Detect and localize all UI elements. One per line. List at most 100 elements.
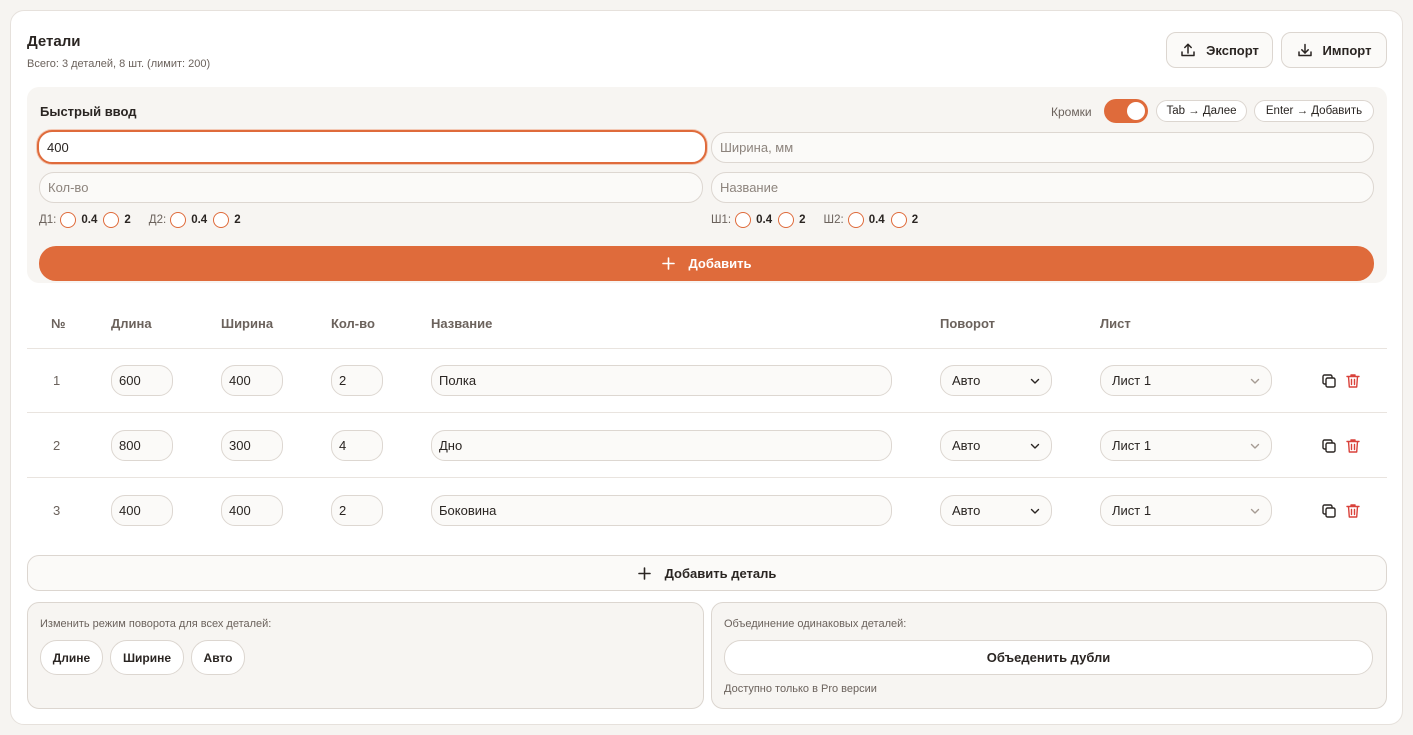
width-field[interactable]: 300 <box>221 430 283 461</box>
column-name: Название <box>431 316 493 331</box>
name-field[interactable]: Боковина <box>431 495 892 526</box>
rotation-value: Авто <box>952 438 981 453</box>
download-icon <box>1297 43 1312 57</box>
column-rotation: Поворот <box>940 316 995 331</box>
export-button[interactable]: Экспорт <box>1166 32 1273 68</box>
add-detail-button[interactable]: Добавить деталь <box>27 555 1387 591</box>
sheet-select[interactable]: Лист 1 <box>1100 495 1272 526</box>
duplicate-icon[interactable] <box>1320 372 1338 390</box>
import-label: Импорт <box>1322 42 1372 58</box>
row-number: 2 <box>53 438 61 453</box>
plus-icon <box>661 257 675 270</box>
edge-d2-option-1: 0.4 <box>191 214 208 226</box>
quantity-field[interactable]: 4 <box>331 430 383 461</box>
width-input[interactable] <box>711 132 1374 163</box>
edge-d2-label: Д2: <box>148 214 167 226</box>
hint-tab: Tab → Далее <box>1156 100 1247 122</box>
chevron-down-icon <box>1030 378 1040 384</box>
edges-toggle[interactable] <box>1104 99 1148 123</box>
rotation-value: Авто <box>952 373 981 388</box>
trash-icon[interactable] <box>1344 437 1362 455</box>
edge-d2-option-2: 2 <box>234 214 241 226</box>
length-field[interactable]: 800 <box>111 430 173 461</box>
rotation-select[interactable]: Авто <box>940 430 1052 461</box>
width-field[interactable]: 400 <box>221 495 283 526</box>
edge-w1-label: Ш1: <box>711 214 732 226</box>
rotation-by-width-button[interactable]: Ширине <box>110 640 184 675</box>
hint-enter: Enter → Добавить <box>1254 100 1374 122</box>
length-input[interactable] <box>37 130 707 164</box>
edge-d2-radio-2[interactable] <box>213 212 230 228</box>
details-card: Детали Всего: 3 деталей, 8 шт. (лимит: 2… <box>10 10 1403 725</box>
edge-d1-label: Д1: <box>39 214 57 226</box>
length-field[interactable]: 400 <box>111 495 173 526</box>
name-input[interactable] <box>711 172 1374 203</box>
chevron-down-icon <box>1250 508 1260 514</box>
import-button[interactable]: Импорт <box>1281 32 1387 68</box>
row-number: 3 <box>53 503 61 518</box>
rotation-select[interactable]: Авто <box>940 365 1052 396</box>
name-field[interactable]: Дно <box>431 430 892 461</box>
edge-d2-radio-1[interactable] <box>170 212 187 228</box>
edge-d1-radio-1[interactable] <box>60 212 77 228</box>
rotation-select[interactable]: Авто <box>940 495 1052 526</box>
duplicate-icon[interactable] <box>1320 502 1338 520</box>
trash-icon[interactable] <box>1344 502 1362 520</box>
edge-w1-radio-2[interactable] <box>778 212 795 228</box>
trash-icon[interactable] <box>1344 372 1362 390</box>
sheet-value: Лист 1 <box>1112 373 1152 388</box>
edge-d1-option-2: 2 <box>124 214 131 226</box>
edge-w2-radio-2[interactable] <box>890 212 907 228</box>
column-length: Длина <box>111 316 152 331</box>
length-field[interactable]: 600 <box>111 365 173 396</box>
quantity-input[interactable] <box>39 172 703 203</box>
width-field[interactable]: 400 <box>221 365 283 396</box>
row-number: 1 <box>53 373 61 388</box>
edge-w2-option-1: 0.4 <box>868 214 885 226</box>
chevron-down-icon <box>1030 508 1040 514</box>
sheet-select[interactable]: Лист 1 <box>1100 430 1272 461</box>
duplicate-icon[interactable] <box>1320 437 1338 455</box>
row-divider <box>27 412 1387 413</box>
plus-icon <box>637 566 651 580</box>
length-edges: Д1: 0.4 2 Д2: 0.4 2 <box>39 212 244 228</box>
column-quantity: Кол-во <box>331 316 375 331</box>
chevron-down-icon <box>1030 443 1040 449</box>
details-summary: Всего: 3 деталей, 8 шт. (лимит: 200) <box>27 58 211 70</box>
sheet-value: Лист 1 <box>1112 503 1152 518</box>
rotation-panel-title: Изменить режим поворота для всех деталей… <box>40 618 272 630</box>
column-width: Ширина <box>221 316 274 331</box>
merge-duplicates-button[interactable]: Объеденить дубли <box>724 640 1373 675</box>
edge-w2-option-2: 2 <box>911 214 919 226</box>
sheet-select[interactable]: Лист 1 <box>1100 365 1272 396</box>
quantity-field[interactable]: 2 <box>331 495 383 526</box>
edge-w1-option-1: 0.4 <box>756 214 773 226</box>
edge-w1-option-2: 2 <box>799 214 806 226</box>
edge-d1-option-1: 0.4 <box>81 214 98 226</box>
rotation-by-length-button[interactable]: Длине <box>40 640 103 675</box>
quick-input-title: Быстрый ввод <box>40 104 137 119</box>
quick-add-button[interactable]: Добавить <box>39 246 1374 281</box>
upload-icon <box>1181 43 1195 57</box>
column-number: № <box>51 316 66 331</box>
edge-w2-label: Ш2: <box>823 214 844 226</box>
row-divider <box>27 477 1387 478</box>
edge-w1-radio-1[interactable] <box>735 212 752 228</box>
width-edges: Ш1: 0.4 2 Ш2: 0.4 2 <box>711 212 921 228</box>
add-detail-label: Добавить деталь <box>664 565 777 581</box>
rotation-value: Авто <box>952 503 981 518</box>
sheet-value: Лист 1 <box>1112 438 1152 453</box>
quick-input-panel: Быстрый ввод Кромки Tab → Далее Enter → … <box>27 87 1387 283</box>
chevron-down-icon <box>1250 443 1260 449</box>
table-divider <box>27 348 1387 349</box>
rotation-panel: Изменить режим поворота для всех деталей… <box>27 602 704 709</box>
pro-note: Доступно только в Pro версии <box>724 683 877 695</box>
edge-w2-radio-1[interactable] <box>847 212 864 228</box>
quick-add-label: Добавить <box>688 256 752 271</box>
rotation-auto-button[interactable]: Авто <box>191 640 245 675</box>
export-label: Экспорт <box>1206 42 1259 58</box>
edge-d1-radio-2[interactable] <box>103 212 120 228</box>
merge-panel-title: Объединение одинаковых деталей: <box>724 618 907 630</box>
quantity-field[interactable]: 2 <box>331 365 383 396</box>
name-field[interactable]: Полка <box>431 365 892 396</box>
